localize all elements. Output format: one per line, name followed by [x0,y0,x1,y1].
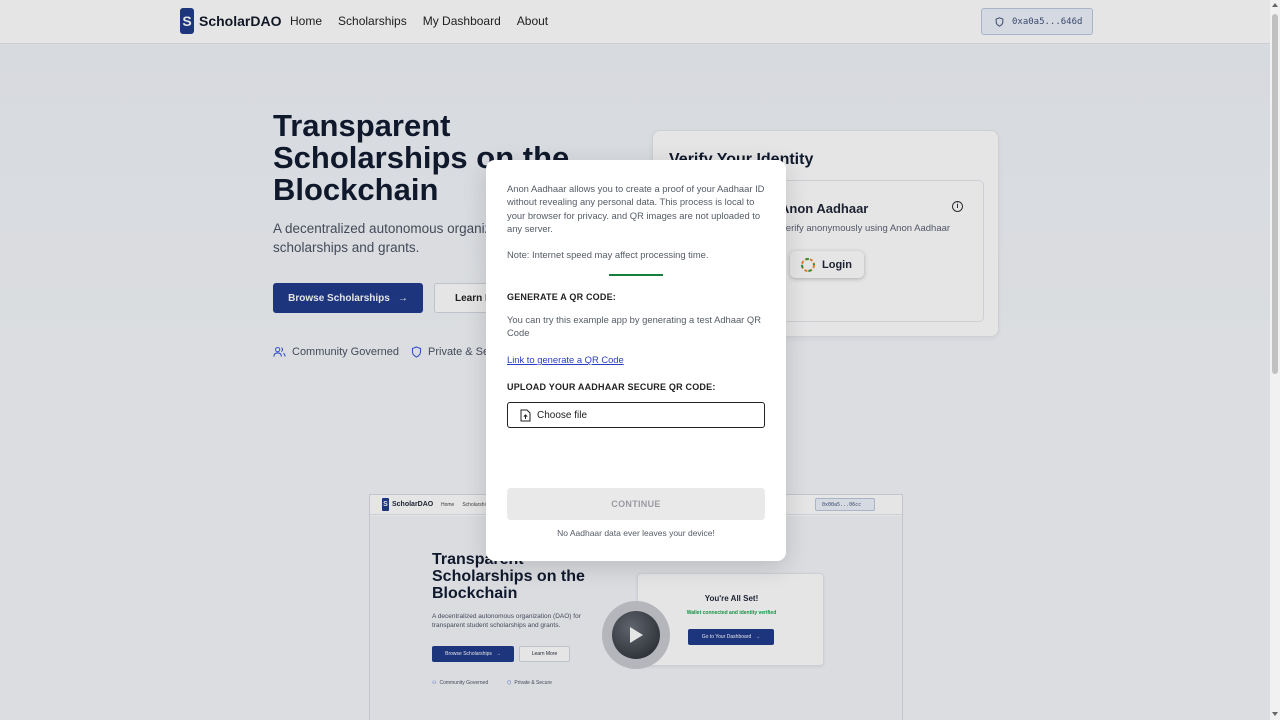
modal-description: Anon Aadhaar allows you to create a proo… [507,183,765,234]
modal-footer-note: No Aadhaar data ever leaves your device! [557,528,715,538]
generate-qr-heading: GENERATE A QR CODE: [507,292,616,302]
anon-aadhaar-modal: Anon Aadhaar allows you to create a proo… [486,160,786,561]
file-upload-icon [520,409,531,421]
generate-qr-text: You can try this example app by generati… [507,314,761,338]
modal-progress-indicator [609,274,663,276]
continue-button[interactable]: CONTINUE [507,488,765,520]
scroll-up-arrow-icon[interactable] [1272,3,1278,7]
choose-file-label: Choose file [537,409,588,421]
generate-qr-link[interactable]: Link to generate a QR Code [507,354,624,365]
modal-note: Note: Internet speed may affect processi… [507,249,709,260]
scroll-thumb[interactable] [1272,14,1278,374]
page-scrollbar[interactable] [1270,0,1280,720]
upload-qr-heading: UPLOAD YOUR AADHAAR SECURE QR CODE: [507,382,716,392]
choose-file-button[interactable]: Choose file [507,402,765,428]
scroll-down-arrow-icon[interactable] [1272,712,1278,716]
